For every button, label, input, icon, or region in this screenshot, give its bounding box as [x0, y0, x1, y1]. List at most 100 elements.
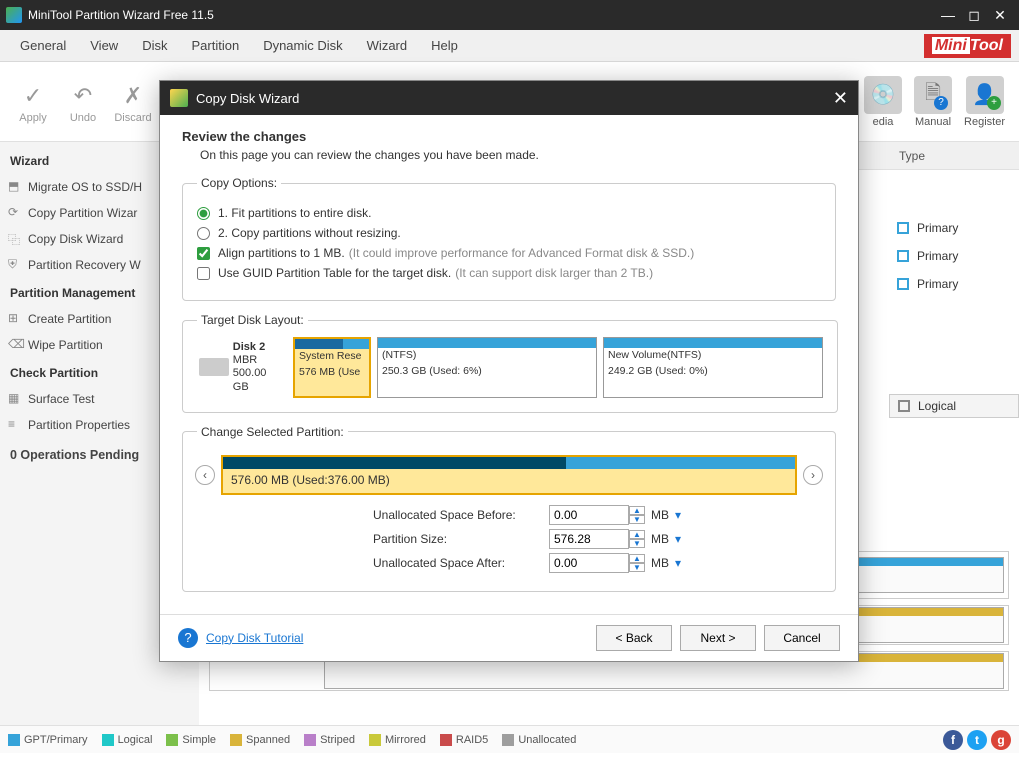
plus-badge-icon: +: [987, 96, 1001, 110]
legend-item: Striped: [304, 734, 355, 746]
checkbox-gpt[interactable]: [197, 267, 210, 280]
legend-item: Spanned: [230, 734, 290, 746]
eraser-icon: ⌫: [8, 337, 22, 351]
check-icon: ✓: [8, 80, 58, 112]
target-partition-system[interactable]: System Rese576 MB (Use: [293, 337, 371, 398]
legend-item: Logical: [102, 734, 153, 746]
radio-fit[interactable]: [197, 207, 210, 220]
undo-icon: ↶: [58, 80, 108, 112]
spin-down-icon[interactable]: ▼: [629, 563, 645, 572]
maximize-button[interactable]: ◻: [961, 5, 987, 25]
logical-swatch-icon: [898, 400, 910, 412]
swatch-icon: [440, 734, 452, 746]
menu-general[interactable]: General: [8, 32, 78, 59]
option-no-resize[interactable]: 2. Copy partitions without resizing.: [197, 226, 821, 240]
spin-up-icon[interactable]: ▲: [629, 530, 645, 539]
tutorial-link[interactable]: Copy Disk Tutorial: [206, 631, 303, 645]
media-button[interactable]: 💿edia: [864, 76, 902, 128]
spin-up-icon[interactable]: ▲: [629, 506, 645, 515]
facebook-icon[interactable]: f: [943, 730, 963, 750]
menubar: General View Disk Partition Dynamic Disk…: [0, 30, 1019, 62]
row-unalloc-after: Unallocated Space After: ▲▼ MB ▾: [197, 553, 821, 573]
table-row: Primary: [889, 214, 1019, 242]
register-button[interactable]: 👤+Register: [964, 76, 1005, 128]
slider-right-button[interactable]: ›: [803, 465, 823, 485]
grid-icon: ▦: [8, 391, 22, 405]
legend-item: RAID5: [440, 734, 488, 746]
table-row: Primary: [889, 270, 1019, 298]
recovery-icon: ⛨: [8, 257, 22, 271]
back-button[interactable]: < Back: [596, 625, 672, 651]
disk-header: Disk 2MBR500.00 GB: [197, 337, 287, 398]
table-row: Primary: [889, 242, 1019, 270]
change-selected-partition-group: Change Selected Partition: ‹ 576.00 MB (…: [182, 425, 836, 592]
gplus-icon[interactable]: g: [991, 730, 1011, 750]
copy-disk-icon: ⿻: [8, 231, 22, 245]
col-type: Type: [899, 149, 1019, 163]
dialog-title: Copy Disk Wizard: [196, 91, 299, 106]
target-disk-layout-group: Target Disk Layout: Disk 2MBR500.00 GB S…: [182, 313, 838, 413]
unit-dropdown[interactable]: ▾: [675, 556, 689, 570]
menu-wizard[interactable]: Wizard: [355, 32, 419, 59]
manual-button[interactable]: 🗎?Manual: [914, 76, 952, 128]
dialog-heading: Review the changes: [182, 129, 836, 144]
discard-button[interactable]: ✗Discard: [108, 80, 158, 124]
slider-left-button[interactable]: ‹: [195, 465, 215, 485]
dialog-titlebar[interactable]: Copy Disk Wizard ✕: [160, 81, 858, 115]
primary-swatch-icon: [897, 222, 909, 234]
spin-down-icon[interactable]: ▼: [629, 539, 645, 548]
twitter-icon[interactable]: t: [967, 730, 987, 750]
app-icon: [6, 7, 22, 23]
cancel-button[interactable]: Cancel: [764, 625, 840, 651]
undo-button[interactable]: ↶Undo: [58, 80, 108, 124]
partition-slider[interactable]: 576.00 MB (Used:376.00 MB): [221, 455, 797, 495]
input-unalloc-before[interactable]: [549, 505, 629, 525]
apply-button[interactable]: ✓Apply: [8, 80, 58, 124]
checkbox-align[interactable]: [197, 247, 210, 260]
plus-icon: ⊞: [8, 311, 22, 325]
titlebar: MiniTool Partition Wizard Free 11.5 — ◻ …: [0, 0, 1019, 30]
copy-disk-wizard-dialog: Copy Disk Wizard ✕ Review the changes On…: [159, 80, 859, 662]
dialog-footer: ? Copy Disk Tutorial < Back Next > Cance…: [160, 614, 858, 661]
unit-dropdown[interactable]: ▾: [675, 532, 689, 546]
spin-down-icon[interactable]: ▼: [629, 515, 645, 524]
menu-partition[interactable]: Partition: [179, 32, 251, 59]
dialog-subheading: On this page you can review the changes …: [200, 148, 836, 162]
primary-swatch-icon: [897, 250, 909, 262]
swatch-icon: [369, 734, 381, 746]
table-row-logical: Logical: [889, 394, 1019, 418]
disk-icon: ⬒: [8, 179, 22, 193]
next-button[interactable]: Next >: [680, 625, 756, 651]
option-align[interactable]: Align partitions to 1 MB.(It could impro…: [197, 246, 821, 260]
menu-dynamic-disk[interactable]: Dynamic Disk: [251, 32, 354, 59]
swatch-icon: [230, 734, 242, 746]
option-fit[interactable]: 1. Fit partitions to entire disk.: [197, 206, 821, 220]
tdl-legend: Target Disk Layout:: [197, 313, 308, 327]
brand-logo: MiniTool: [924, 34, 1011, 58]
help-badge-icon: ?: [934, 96, 948, 110]
disk-icon: [199, 358, 229, 376]
option-gpt[interactable]: Use GUID Partition Table for the target …: [197, 266, 821, 280]
row-unalloc-before: Unallocated Space Before: ▲▼ MB ▾: [197, 505, 821, 525]
unit-dropdown[interactable]: ▾: [675, 508, 689, 522]
target-partition-ntfs[interactable]: (NTFS)250.3 GB (Used: 6%): [377, 337, 597, 398]
swatch-icon: [502, 734, 514, 746]
primary-swatch-icon: [897, 278, 909, 290]
minimize-button[interactable]: —: [935, 5, 961, 25]
copy-options-legend: Copy Options:: [197, 176, 281, 190]
menu-disk[interactable]: Disk: [130, 32, 179, 59]
legend-item: Mirrored: [369, 734, 426, 746]
spin-up-icon[interactable]: ▲: [629, 554, 645, 563]
radio-noresize[interactable]: [197, 227, 210, 240]
input-unalloc-after[interactable]: [549, 553, 629, 573]
menu-help[interactable]: Help: [419, 32, 470, 59]
help-icon[interactable]: ?: [178, 628, 198, 648]
dialog-close-button[interactable]: ✕: [833, 88, 848, 109]
input-partition-size[interactable]: [549, 529, 629, 549]
close-button[interactable]: ✕: [987, 5, 1013, 25]
menu-view[interactable]: View: [78, 32, 130, 59]
swatch-icon: [304, 734, 316, 746]
legend-item: GPT/Primary: [8, 734, 88, 746]
target-partition-newvol[interactable]: New Volume(NTFS)249.2 GB (Used: 0%): [603, 337, 823, 398]
copy-icon: ⟳: [8, 205, 22, 219]
